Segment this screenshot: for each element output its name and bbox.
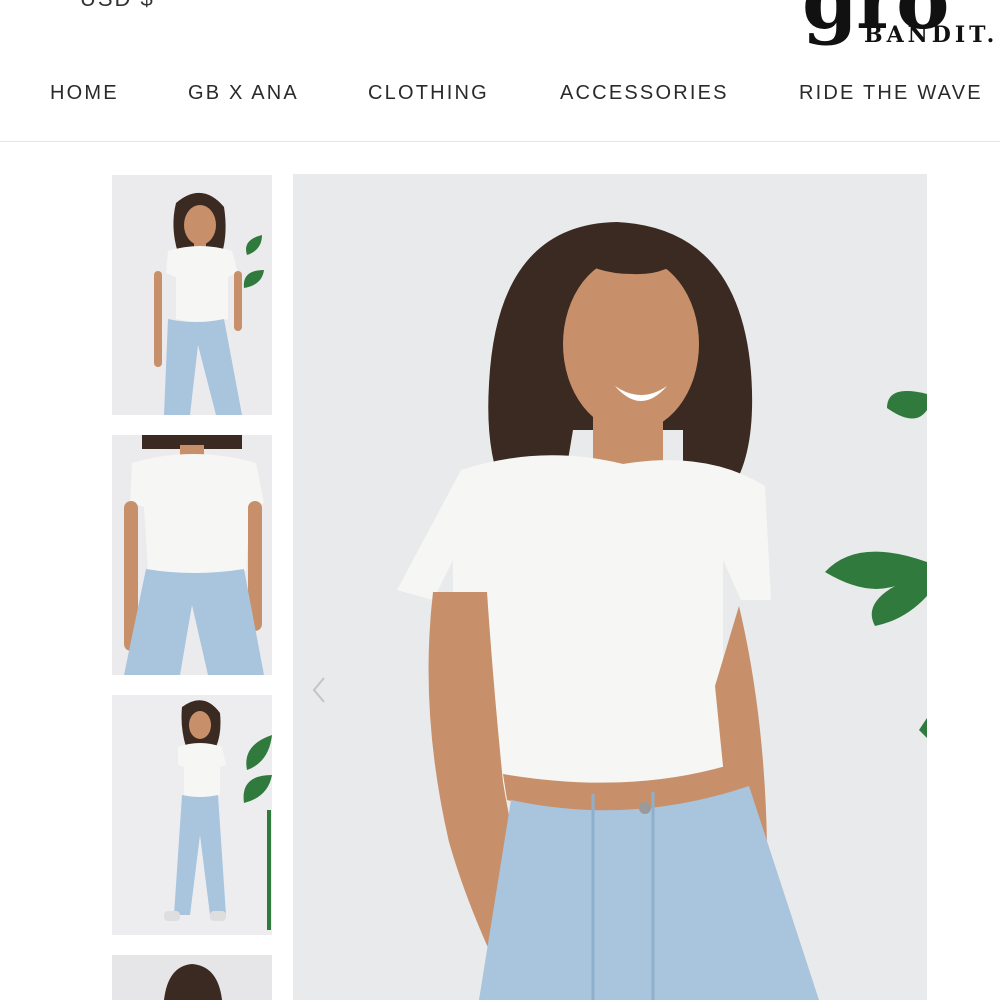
product-thumbnail-2[interactable] (112, 435, 272, 675)
nav-item-clothing[interactable]: CLOTHING (368, 82, 489, 105)
model-main-photo (293, 174, 927, 1000)
model-closeup-photo (112, 435, 272, 675)
chevron-left-icon (312, 677, 325, 703)
brand-logo[interactable]: gro BANDIT. (800, 0, 1000, 50)
logo-text: BANDIT. (864, 22, 999, 48)
nav-item-home[interactable]: HOME (50, 82, 119, 105)
model-front-photo (112, 175, 272, 415)
product-thumbnail-3[interactable] (112, 695, 272, 935)
gallery-prev-button[interactable] (306, 672, 334, 708)
main-nav: HOME GB X ANA CLOTHING ACCESSORIES RIDE … (0, 82, 1000, 112)
product-thumbnail-4[interactable] (112, 955, 272, 1000)
nav-item-accessories[interactable]: ACCESSORIES (560, 82, 729, 105)
product-thumbnail-1[interactable] (112, 175, 272, 415)
nav-item-gb-x-ana[interactable]: GB X ANA (188, 82, 299, 105)
currency-selector[interactable]: USD $ (80, 0, 155, 12)
product-main-image[interactable] (293, 174, 927, 1000)
model-back-photo (112, 955, 272, 1000)
model-fullbody-photo (112, 695, 272, 935)
site-header: USD $ gro BANDIT. HOME GB X ANA CLOTHING… (0, 0, 1000, 142)
nav-item-ride-the-wave[interactable]: RIDE THE WAVE (799, 82, 983, 105)
